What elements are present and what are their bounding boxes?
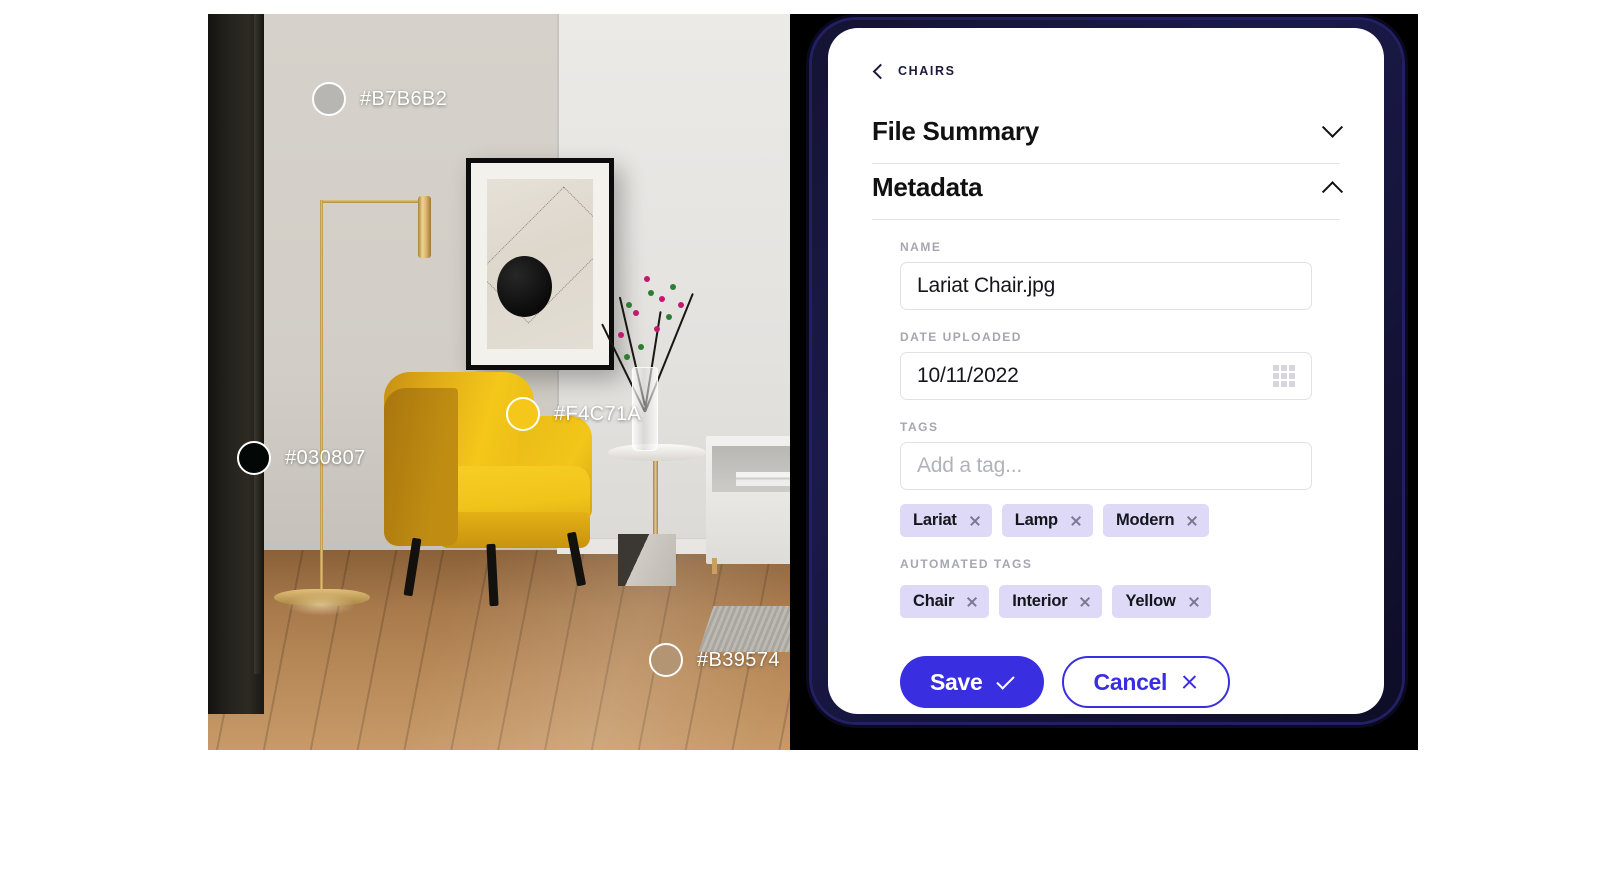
calendar-icon[interactable]	[1273, 365, 1295, 387]
name-input[interactable]: Lariat Chair.jpg	[900, 262, 1312, 310]
cancel-button[interactable]: Cancel	[1061, 656, 1231, 708]
chevron-up-icon[interactable]	[1321, 181, 1344, 203]
close-icon[interactable]	[1070, 515, 1082, 527]
floor-lamp-glow	[286, 594, 356, 616]
automated-tag-chip[interactable]: Yellow	[1112, 585, 1211, 618]
floor-lamp-head	[418, 196, 431, 258]
color-marker[interactable]: #B39574	[649, 643, 780, 677]
close-icon[interactable]	[966, 596, 978, 608]
section-title: File Summary	[872, 116, 1039, 146]
tag-chip-label: Lariat	[913, 511, 957, 529]
section-file-summary: File Summary	[872, 108, 1344, 164]
tag-chip[interactable]: Lariat	[900, 504, 992, 537]
close-icon[interactable]	[1186, 515, 1198, 527]
chevron-left-icon[interactable]	[872, 63, 889, 79]
close-icon[interactable]	[1188, 596, 1200, 608]
breadcrumb-label: CHAIRS	[898, 64, 956, 78]
automated-tag-chip-list: Chair Interior Yellow	[900, 585, 1312, 618]
form-actions: Save Cancel	[872, 618, 1340, 708]
tag-chip[interactable]: Lamp	[1001, 504, 1093, 537]
image-preview[interactable]: #B7B6B2 #F4C71A #030807 #B39574	[208, 14, 790, 750]
artwork-mat	[471, 163, 609, 365]
automated-tag-chip[interactable]: Interior	[999, 585, 1103, 618]
close-icon[interactable]	[969, 515, 981, 527]
floor-lamp-arm	[320, 200, 426, 203]
color-marker[interactable]: #B7B6B2	[312, 82, 447, 116]
tag-chip-label: Modern	[1115, 511, 1175, 529]
date-uploaded-label: DATE UPLOADED	[900, 330, 1022, 344]
tag-chip-label: Lamp	[1014, 511, 1058, 529]
tag-input-placeholder: Add a tag...	[917, 454, 1023, 477]
name-value: Lariat Chair.jpg	[917, 274, 1056, 297]
automated-tag-chip-label: Interior	[1012, 592, 1068, 610]
color-swatch-icon	[506, 397, 540, 431]
door-frame-edge	[254, 14, 264, 674]
sideboard-books	[736, 472, 790, 486]
color-swatch-icon	[237, 441, 271, 475]
tag-chip-list: Lariat Lamp Modern	[900, 504, 1312, 537]
cancel-button-label: Cancel	[1093, 668, 1168, 695]
tag-input[interactable]: Add a tag...	[900, 442, 1312, 490]
section-title: Metadata	[872, 172, 983, 202]
chevron-down-icon[interactable]	[1321, 116, 1344, 138]
chair-seat-base	[438, 512, 590, 548]
tags-label: TAGS	[900, 420, 939, 434]
artwork-canvas	[487, 179, 593, 349]
section-file-summary-header[interactable]: File Summary	[872, 108, 1344, 163]
close-icon	[1181, 674, 1198, 691]
color-hex-label: #B7B6B2	[360, 87, 448, 110]
metadata-panel: CHAIRS File Summary Metadata NAME Lariat…	[828, 28, 1384, 714]
stone-cube-base	[618, 534, 676, 586]
chair-left-side	[384, 388, 458, 546]
chair-leg	[486, 543, 499, 607]
color-marker[interactable]: #030807	[237, 441, 366, 475]
date-uploaded-input[interactable]: 10/11/2022	[900, 352, 1312, 400]
breadcrumb[interactable]: CHAIRS	[872, 63, 1340, 79]
name-label: NAME	[900, 240, 942, 254]
automated-tag-chip[interactable]: Chair	[900, 585, 990, 618]
color-marker[interactable]: #F4C71A	[506, 397, 641, 431]
date-uploaded-value: 10/11/2022	[917, 364, 1019, 387]
metadata-fields: NAME Lariat Chair.jpg DATE UPLOADED 10/1…	[872, 240, 1340, 618]
save-button[interactable]: Save	[900, 656, 1044, 708]
artwork-circle-shape	[496, 255, 552, 317]
floor-lamp-stem	[320, 200, 323, 595]
check-icon	[995, 670, 1015, 690]
app-stage: #B7B6B2 #F4C71A #030807 #B39574 CHAIRS F…	[0, 0, 1600, 870]
color-hex-label: #030807	[285, 446, 366, 469]
color-swatch-icon	[312, 82, 346, 116]
color-hex-label: #B39574	[697, 648, 780, 671]
automated-tag-chip-label: Chair	[913, 592, 955, 610]
sideboard-leg	[712, 558, 717, 574]
automated-tags-label: AUTOMATED TAGS	[900, 557, 1033, 571]
section-metadata: Metadata	[872, 164, 1344, 220]
close-icon[interactable]	[1079, 596, 1091, 608]
framed-artwork	[466, 158, 614, 370]
section-metadata-header[interactable]: Metadata	[872, 164, 1344, 219]
save-button-label: Save	[930, 668, 983, 695]
color-swatch-icon	[649, 643, 683, 677]
tag-chip[interactable]: Modern	[1102, 504, 1210, 537]
automated-tag-chip-label: Yellow	[1125, 592, 1176, 610]
color-hex-label: #F4C71A	[554, 402, 642, 425]
